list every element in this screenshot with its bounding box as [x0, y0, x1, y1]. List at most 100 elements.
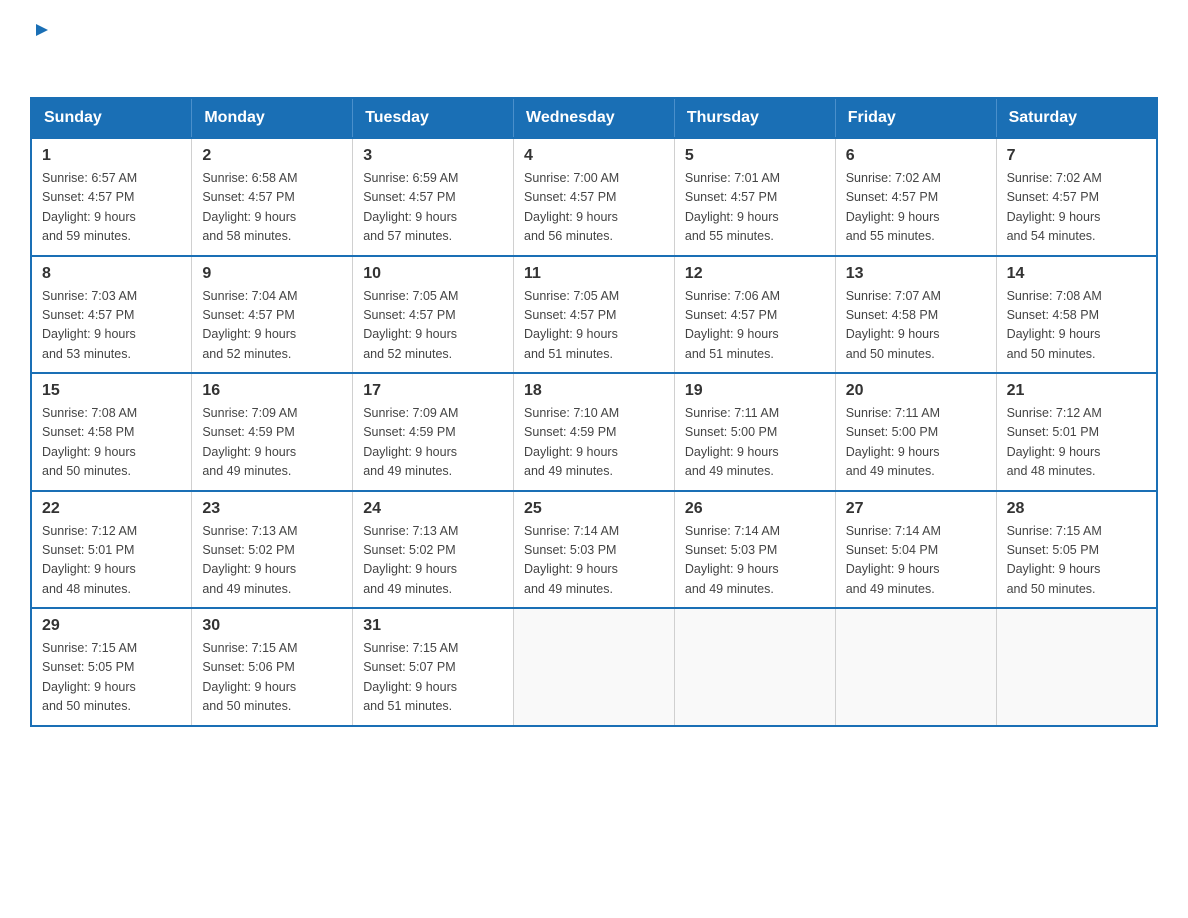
day-number: 8 [42, 265, 181, 283]
day-info: Sunrise: 7:04 AMSunset: 4:57 PMDaylight:… [202, 287, 342, 365]
calendar-day-cell [835, 608, 996, 726]
day-info: Sunrise: 7:11 AMSunset: 5:00 PMDaylight:… [846, 404, 986, 482]
weekday-header-friday: Friday [835, 98, 996, 138]
calendar-day-cell: 16Sunrise: 7:09 AMSunset: 4:59 PMDayligh… [192, 373, 353, 491]
calendar-day-cell: 31Sunrise: 7:15 AMSunset: 5:07 PMDayligh… [353, 608, 514, 726]
day-info: Sunrise: 7:13 AMSunset: 5:02 PMDaylight:… [363, 522, 503, 600]
day-info: Sunrise: 7:05 AMSunset: 4:57 PMDaylight:… [524, 287, 664, 365]
day-info: Sunrise: 7:09 AMSunset: 4:59 PMDaylight:… [363, 404, 503, 482]
day-number: 27 [846, 500, 986, 518]
day-info: Sunrise: 7:01 AMSunset: 4:57 PMDaylight:… [685, 169, 825, 247]
calendar-day-cell: 28 Sunrise: 7:15 AMSunset: 5:05 PMDayligh… [996, 491, 1157, 609]
logo [30, 20, 52, 77]
calendar-day-cell: 19Sunrise: 7:11 AMSunset: 5:00 PMDayligh… [674, 373, 835, 491]
calendar-day-cell: 22Sunrise: 7:12 AMSunset: 5:01 PMDayligh… [31, 491, 192, 609]
day-info: Sunrise: 7:06 AMSunset: 4:57 PMDaylight:… [685, 287, 825, 365]
calendar-day-cell: 10 Sunrise: 7:05 AMSunset: 4:57 PMDayligh… [353, 256, 514, 374]
day-number: 12 [685, 265, 825, 283]
calendar-day-cell: 12 Sunrise: 7:06 AMSunset: 4:57 PMDayligh… [674, 256, 835, 374]
day-info: Sunrise: 7:07 AMSunset: 4:58 PMDaylight:… [846, 287, 986, 365]
day-number: 19 [685, 382, 825, 400]
day-number: 31 [363, 617, 503, 635]
day-number: 3 [363, 147, 503, 165]
calendar-day-cell: 4 Sunrise: 7:00 AMSunset: 4:57 PMDaylight… [514, 138, 675, 256]
day-number: 17 [363, 382, 503, 400]
weekday-header-wednesday: Wednesday [514, 98, 675, 138]
calendar-day-cell: 9 Sunrise: 7:04 AMSunset: 4:57 PMDaylight… [192, 256, 353, 374]
calendar-day-cell: 18Sunrise: 7:10 AMSunset: 4:59 PMDayligh… [514, 373, 675, 491]
calendar-day-cell: 11 Sunrise: 7:05 AMSunset: 4:57 PMDayligh… [514, 256, 675, 374]
day-number: 13 [846, 265, 986, 283]
calendar-day-cell [674, 608, 835, 726]
calendar-week-row: 29 Sunrise: 7:15 AMSunset: 5:05 PMDayligh… [31, 608, 1157, 726]
calendar-day-cell: 13 Sunrise: 7:07 AMSunset: 4:58 PMDayligh… [835, 256, 996, 374]
calendar-day-cell: 21Sunrise: 7:12 AMSunset: 5:01 PMDayligh… [996, 373, 1157, 491]
day-info: Sunrise: 7:14 AMSunset: 5:03 PMDaylight:… [524, 522, 664, 600]
calendar-day-cell: 24 Sunrise: 7:13 AMSunset: 5:02 PMDayligh… [353, 491, 514, 609]
day-number: 4 [524, 147, 664, 165]
logo-arrow-icon [32, 20, 52, 45]
day-number: 28 [1007, 500, 1146, 518]
calendar-day-cell: 7 Sunrise: 7:02 AMSunset: 4:57 PMDaylight… [996, 138, 1157, 256]
day-info: Sunrise: 7:15 AMSunset: 5:05 PMDaylight:… [1007, 522, 1146, 600]
calendar-day-cell: 17 Sunrise: 7:09 AMSunset: 4:59 PMDayligh… [353, 373, 514, 491]
calendar-day-cell [514, 608, 675, 726]
day-info: Sunrise: 7:08 AMSunset: 4:58 PMDaylight:… [1007, 287, 1146, 365]
day-number: 29 [42, 617, 181, 635]
calendar-day-cell: 26 Sunrise: 7:14 AMSunset: 5:03 PMDayligh… [674, 491, 835, 609]
calendar-table: SundayMondayTuesdayWednesdayThursdayFrid… [30, 97, 1158, 727]
calendar-day-cell: 25 Sunrise: 7:14 AMSunset: 5:03 PMDayligh… [514, 491, 675, 609]
calendar-day-cell: 8 Sunrise: 7:03 AMSunset: 4:57 PMDaylight… [31, 256, 192, 374]
day-number: 24 [363, 500, 503, 518]
day-number: 5 [685, 147, 825, 165]
calendar-day-cell: 29 Sunrise: 7:15 AMSunset: 5:05 PMDayligh… [31, 608, 192, 726]
calendar-day-cell: 27 Sunrise: 7:14 AMSunset: 5:04 PMDayligh… [835, 491, 996, 609]
day-number: 14 [1007, 265, 1146, 283]
day-number: 30 [202, 617, 342, 635]
day-info: Sunrise: 7:15 AMSunset: 5:06 PMDaylight:… [202, 639, 342, 717]
day-info: Sunrise: 7:05 AMSunset: 4:57 PMDaylight:… [363, 287, 503, 365]
day-number: 25 [524, 500, 664, 518]
day-info: Sunrise: 7:02 AMSunset: 4:57 PMDaylight:… [846, 169, 986, 247]
day-info: Sunrise: 7:10 AMSunset: 4:59 PMDaylight:… [524, 404, 664, 482]
day-info: Sunrise: 7:13 AMSunset: 5:02 PMDaylight:… [202, 522, 342, 600]
calendar-day-cell: 6 Sunrise: 7:02 AMSunset: 4:57 PMDaylight… [835, 138, 996, 256]
day-number: 11 [524, 265, 664, 283]
calendar-day-cell: 20Sunrise: 7:11 AMSunset: 5:00 PMDayligh… [835, 373, 996, 491]
day-info: Sunrise: 6:58 AMSunset: 4:57 PMDaylight:… [202, 169, 342, 247]
day-info: Sunrise: 7:14 AMSunset: 5:03 PMDaylight:… [685, 522, 825, 600]
day-info: Sunrise: 7:00 AMSunset: 4:57 PMDaylight:… [524, 169, 664, 247]
weekday-header-thursday: Thursday [674, 98, 835, 138]
calendar-day-cell: 1 Sunrise: 6:57 AMSunset: 4:57 PMDaylight… [31, 138, 192, 256]
day-info: Sunrise: 7:15 AMSunset: 5:05 PMDaylight:… [42, 639, 181, 717]
day-number: 26 [685, 500, 825, 518]
day-number: 2 [202, 147, 342, 165]
calendar-week-row: 15Sunrise: 7:08 AMSunset: 4:58 PMDayligh… [31, 373, 1157, 491]
day-info: Sunrise: 6:57 AMSunset: 4:57 PMDaylight:… [42, 169, 181, 247]
weekday-header-monday: Monday [192, 98, 353, 138]
calendar-day-cell: 2 Sunrise: 6:58 AMSunset: 4:57 PMDaylight… [192, 138, 353, 256]
weekday-header-sunday: Sunday [31, 98, 192, 138]
day-number: 1 [42, 147, 181, 165]
calendar-week-row: 22Sunrise: 7:12 AMSunset: 5:01 PMDayligh… [31, 491, 1157, 609]
day-info: Sunrise: 7:12 AMSunset: 5:01 PMDaylight:… [42, 522, 181, 600]
calendar-day-cell: 23Sunrise: 7:13 AMSunset: 5:02 PMDayligh… [192, 491, 353, 609]
day-info: Sunrise: 7:14 AMSunset: 5:04 PMDaylight:… [846, 522, 986, 600]
weekday-header-saturday: Saturday [996, 98, 1157, 138]
calendar-day-cell: 14 Sunrise: 7:08 AMSunset: 4:58 PMDayligh… [996, 256, 1157, 374]
calendar-day-cell [996, 608, 1157, 726]
day-info: Sunrise: 7:02 AMSunset: 4:57 PMDaylight:… [1007, 169, 1146, 247]
calendar-day-cell: 15Sunrise: 7:08 AMSunset: 4:58 PMDayligh… [31, 373, 192, 491]
day-info: Sunrise: 7:12 AMSunset: 5:01 PMDaylight:… [1007, 404, 1146, 482]
day-info: Sunrise: 7:03 AMSunset: 4:57 PMDaylight:… [42, 287, 181, 365]
day-number: 6 [846, 147, 986, 165]
calendar-week-row: 8 Sunrise: 7:03 AMSunset: 4:57 PMDaylight… [31, 256, 1157, 374]
weekday-header-row: SundayMondayTuesdayWednesdayThursdayFrid… [31, 98, 1157, 138]
day-number: 10 [363, 265, 503, 283]
page-header [30, 20, 1158, 77]
calendar-week-row: 1 Sunrise: 6:57 AMSunset: 4:57 PMDaylight… [31, 138, 1157, 256]
day-info: Sunrise: 7:09 AMSunset: 4:59 PMDaylight:… [202, 404, 342, 482]
day-number: 7 [1007, 147, 1146, 165]
calendar-day-cell: 30 Sunrise: 7:15 AMSunset: 5:06 PMDayligh… [192, 608, 353, 726]
day-number: 9 [202, 265, 342, 283]
